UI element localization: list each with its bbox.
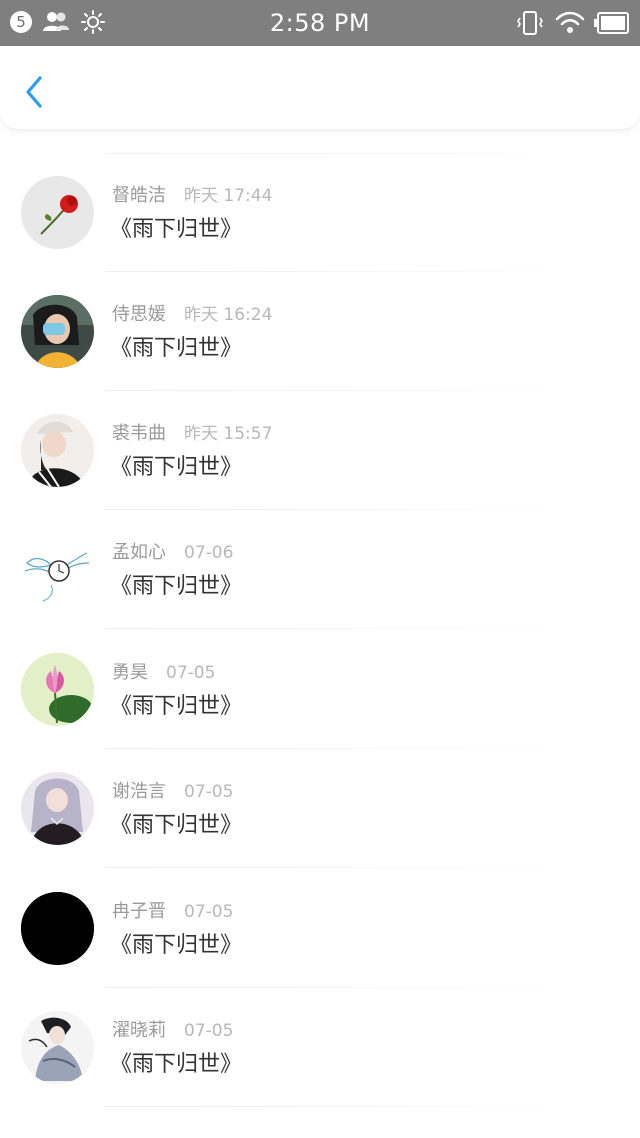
name-text: 侍思媛 <box>112 304 166 325</box>
message-text: 《雨下归世》 <box>110 336 243 361</box>
top-navigation-bar <box>0 46 640 129</box>
anime-girl-image <box>21 772 94 845</box>
ink-figure-image <box>21 1011 94 1084</box>
sender-name: 谢浩言 07-05 <box>112 780 233 804</box>
timestamp: 昨天 15:57 <box>184 424 273 444</box>
sender-name: 濯晓莉 07-05 <box>112 1019 233 1043</box>
divider <box>105 1106 545 1107</box>
rose-image <box>21 176 94 249</box>
battery-icon <box>594 11 630 39</box>
name-text: 孟如心 <box>112 542 166 563</box>
list-item[interactable]: 冉子晋 07-05 《雨下归世》 <box>0 845 640 988</box>
avatar[interactable] <box>21 414 94 487</box>
name-text: 谢浩言 <box>112 781 166 802</box>
avatar[interactable] <box>21 772 94 845</box>
timestamp: 07-05 <box>184 902 234 922</box>
name-text: 勇昊 <box>112 662 148 683</box>
list-item[interactable]: 谢浩言 07-05 《雨下归世》 <box>0 725 640 868</box>
message-text: 《雨下归世》 <box>110 694 243 719</box>
back-button[interactable] <box>18 72 52 112</box>
message-text: 《雨下归世》 <box>110 813 243 838</box>
message-text: 《雨下归世》 <box>110 574 243 599</box>
portrait-image <box>21 295 94 368</box>
chevron-left-icon <box>26 76 42 108</box>
avatar[interactable] <box>21 892 94 965</box>
name-text: 督皓洁 <box>112 185 166 206</box>
message-text: 《雨下归世》 <box>110 217 243 242</box>
avatar[interactable] <box>21 533 94 606</box>
list-item[interactable]: 濯晓莉 07-05 《雨下归世》 <box>0 964 640 1107</box>
vibrate-icon <box>516 9 544 41</box>
sender-name: 督皓洁 昨天 17:44 <box>112 184 272 208</box>
sender-name: 裘韦曲 昨天 15:57 <box>112 422 272 446</box>
avatar[interactable] <box>21 295 94 368</box>
timestamp: 07-05 <box>166 663 216 683</box>
list-item[interactable]: 裘韦曲 昨天 15:57 《雨下归世》 <box>0 367 640 510</box>
avatar[interactable] <box>21 176 94 249</box>
portrait-image <box>21 414 94 487</box>
winged-clock-image <box>21 533 94 606</box>
message-text: 《雨下归世》 <box>110 1052 243 1077</box>
name-text: 濯晓莉 <box>112 1020 166 1041</box>
timestamp: 07-05 <box>184 782 234 802</box>
name-text: 裘韦曲 <box>112 423 166 444</box>
list-item[interactable]: 孟如心 07-06 《雨下归世》 <box>0 486 640 629</box>
avatar[interactable] <box>21 1011 94 1084</box>
timestamp: 07-06 <box>184 543 234 563</box>
name-text: 冉子晋 <box>112 901 166 922</box>
wifi-icon <box>555 9 585 41</box>
message-text: 《雨下归世》 <box>110 933 243 958</box>
sender-name: 勇昊 07-05 <box>112 661 215 685</box>
list-item[interactable]: 督皓洁 昨天 17:44 《雨下归世》 <box>0 129 640 272</box>
avatar[interactable] <box>21 653 94 726</box>
sender-name: 侍思媛 昨天 16:24 <box>112 303 272 327</box>
list-item[interactable]: 侍思媛 昨天 16:24 《雨下归世》 <box>0 248 640 391</box>
sender-name: 孟如心 07-06 <box>112 541 233 565</box>
timestamp: 昨天 17:44 <box>184 186 273 206</box>
list-item[interactable]: 勇昊 07-05 《雨下归世》 <box>0 606 640 749</box>
lotus-image <box>21 653 94 726</box>
message-text: 《雨下归世》 <box>110 455 243 480</box>
black-image <box>21 892 94 965</box>
sender-name: 冉子晋 07-05 <box>112 900 233 924</box>
timestamp: 昨天 16:24 <box>184 305 273 325</box>
status-bar: 5 2:58 PM <box>0 0 640 46</box>
timestamp: 07-05 <box>184 1021 234 1041</box>
status-time: 2:58 PM <box>269 9 371 37</box>
